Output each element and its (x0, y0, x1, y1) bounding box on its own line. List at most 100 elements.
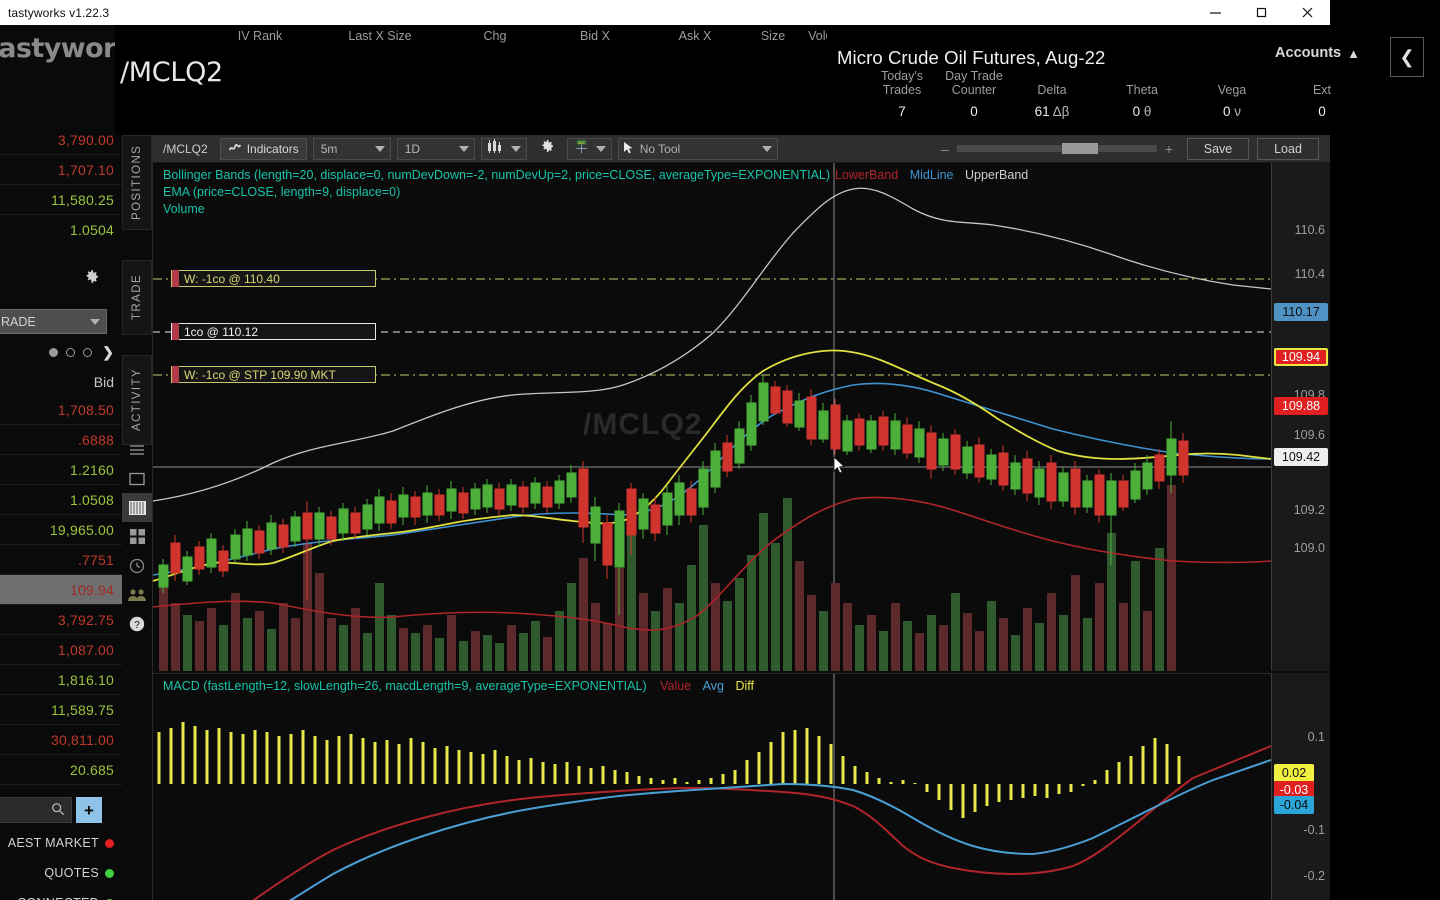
chart-style-dropdown[interactable] (480, 137, 527, 160)
chart-grid-icon[interactable] (122, 493, 152, 522)
pager-dot[interactable] (66, 347, 76, 357)
metric-greek: θ (1143, 104, 1152, 119)
quote-value: 19,965.00 (49, 521, 114, 538)
gear-icon[interactable] (83, 268, 100, 290)
list-item[interactable]: 3,792.75 (0, 605, 122, 635)
help-icon[interactable]: ? (122, 609, 152, 638)
order-label: W: -1co @ STP 109.90 MKT (184, 367, 336, 382)
watchlist-value: 11,580.25 (50, 191, 114, 208)
quote-col-label: IV Rank (237, 29, 283, 43)
price-pane[interactable]: /MCLQ2 Bollinger Bands (length=20, displ… (153, 163, 1271, 671)
quote-symbol[interactable]: /MCLQ2 (120, 57, 223, 88)
sidebar-settings[interactable] (0, 263, 122, 295)
macd-diff-label: Diff (735, 679, 754, 693)
macd-indicator-legend: MACD (fastLength=12, slowLength=26, macd… (163, 679, 754, 693)
order-handle[interactable] (172, 366, 179, 383)
pager-dot[interactable] (83, 347, 93, 357)
list-item[interactable]: 1.0508 (0, 485, 122, 515)
search-input[interactable] (0, 797, 72, 823)
list-item[interactable]: 1.2160 (0, 455, 122, 485)
trade-dropdown[interactable]: RADE (0, 309, 107, 334)
panel-icon[interactable] (122, 464, 152, 493)
clock-icon[interactable] (122, 551, 152, 580)
tool-dropdown[interactable]: No Tool (617, 137, 778, 160)
watchlist-top: 3,790.00 1,707.10 11,580.25 1.0504 (0, 125, 122, 245)
list-item-selected[interactable]: 109.94 (0, 575, 122, 605)
list-item[interactable]: 1,708.50 (0, 395, 122, 425)
zoom-in-button[interactable]: + (1165, 141, 1173, 157)
minimize-icon[interactable] (1192, 0, 1238, 25)
macd-chart-svg (157, 674, 1271, 900)
load-button[interactable]: Load (1257, 137, 1319, 160)
quote-col-label: Size (760, 29, 786, 43)
sidebar-icon-rail: ? (122, 435, 152, 638)
grid-icon[interactable] (122, 522, 152, 551)
chevron-down-icon (90, 318, 100, 325)
order-marker-working-stop[interactable]: W: -1co @ STP 109.90 MKT (171, 366, 376, 383)
watchlist-row[interactable]: 11,580.25 (0, 185, 122, 215)
quote-value: 1.2160 (69, 461, 114, 478)
chart-symbol-label[interactable]: /MCLQ2 (157, 142, 220, 156)
list-item[interactable]: 19,965.00 (0, 515, 122, 545)
chevron-up-icon[interactable]: ▲ (1347, 46, 1360, 61)
indicators-button[interactable]: Indicators (219, 137, 307, 160)
list-item[interactable]: 30,811.00 (0, 725, 122, 755)
zoom-out-button[interactable]: – (941, 141, 949, 157)
order-marker-position[interactable]: 1co @ 110.12 (171, 323, 376, 340)
quote-value: 109.94 (69, 581, 114, 598)
close-icon[interactable] (1284, 0, 1330, 25)
watchlist-value: 1,707.10 (57, 161, 114, 178)
order-handle[interactable] (172, 270, 179, 287)
accounts-toggle[interactable]: Accounts ▲ (1275, 45, 1360, 61)
tab-positions[interactable]: POSITIONS (122, 135, 152, 230)
quote-col-last-x-size: Last X Size (325, 29, 435, 47)
list-item[interactable]: 1,087.00 (0, 635, 122, 665)
list-icon[interactable] (122, 435, 152, 464)
watchlist-value: 1.0504 (69, 222, 114, 238)
price-axis[interactable]: 110.6 110.4 110.0 109.8 109.6 109.2 109.… (1271, 163, 1331, 671)
metric-value: 0 (1318, 104, 1326, 119)
order-marker-working-limit[interactable]: W: -1co @ 110.40 (171, 270, 376, 287)
status-quotes: QUOTES (0, 858, 122, 888)
pager-dot[interactable] (49, 347, 59, 357)
metric-label-line1: Ext (1312, 83, 1332, 97)
list-item[interactable]: .7751 (0, 545, 122, 575)
list-item[interactable]: .6888 (0, 425, 122, 455)
quote-value: 1.0508 (69, 491, 114, 508)
list-item[interactable]: 20.685 (0, 755, 122, 785)
macd-axis[interactable]: 0.1 -0.1 -0.2 -0.3 -0.4 0.02 -0.03 -0.04 (1271, 673, 1331, 900)
watchlist-row[interactable]: 3,790.00 (0, 125, 122, 155)
add-symbol-button[interactable]: + (76, 797, 102, 823)
chevron-right-icon[interactable]: ❯ (102, 344, 114, 361)
watchlist-row[interactable]: 1,707.10 (0, 155, 122, 185)
zoom-thumb[interactable] (1061, 143, 1098, 154)
save-button[interactable]: Save (1187, 137, 1249, 160)
vertical-tab-strip: POSITIONS TRADE ACTIVITY ? (122, 25, 152, 900)
watchlist-row[interactable]: 1.0504 (0, 215, 122, 245)
right-gutter (1330, 25, 1440, 900)
status-market: AEST MARKET (0, 828, 122, 858)
interval-value: 5m (320, 141, 338, 156)
macd-pane[interactable]: MACD (fastLength=12, slowLength=26, macd… (153, 673, 1271, 900)
quote-value: 3,792.75 (57, 611, 114, 628)
zoom-track[interactable] (956, 143, 1157, 154)
chart-container: /MCLQ2 Indicators 5m 1D ABC No Tool – + … (152, 135, 1331, 900)
pager-dots[interactable]: ❯ (0, 341, 122, 363)
brand-logo: tastyworks (0, 33, 122, 64)
study-dropdown[interactable]: ABC (566, 137, 612, 160)
maximize-icon[interactable] (1238, 0, 1284, 25)
zoom-slider[interactable]: – + (941, 141, 1173, 157)
metric-value: 0 (1132, 104, 1141, 119)
macd-avg-label: Avg (702, 679, 724, 693)
tab-trade[interactable]: TRADE (122, 260, 152, 335)
chart-settings-button[interactable] (533, 138, 561, 160)
list-item[interactable]: 1,816.10 (0, 665, 122, 695)
tab-activity[interactable]: ACTIVITY (122, 355, 152, 445)
people-icon[interactable] (122, 580, 152, 609)
order-handle[interactable] (172, 323, 179, 340)
study-icon: ABC (573, 139, 590, 159)
svg-text:ABC: ABC (577, 140, 585, 145)
range-dropdown[interactable]: 1D (396, 137, 475, 160)
interval-dropdown[interactable]: 5m (312, 137, 391, 160)
list-item[interactable]: 11,589.75 (0, 695, 122, 725)
